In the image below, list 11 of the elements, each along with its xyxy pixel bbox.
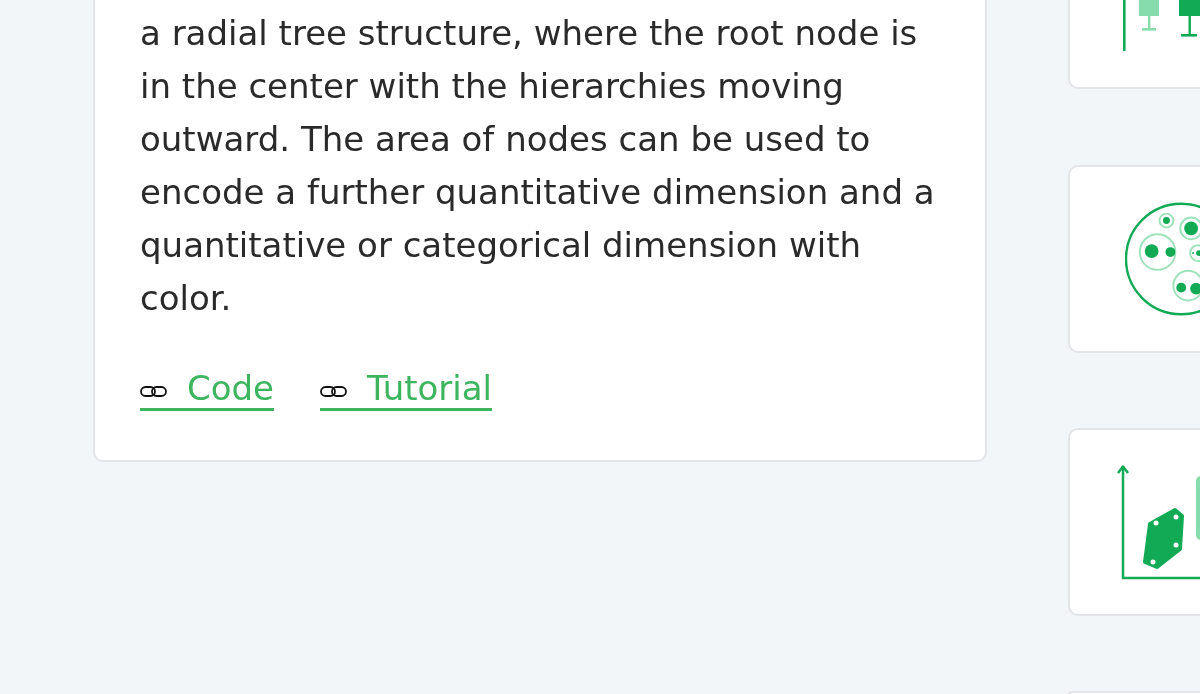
description-text: a radial tree structure, where the root node is in the center with the hierarchies moving outward. The area of nodes can be used to encode a further quantitative dimension and a quantitative or categorical dimension with color. xyxy=(140,12,936,320)
chart-type-card[interactable] xyxy=(1068,0,1200,89)
link-icon xyxy=(140,385,167,397)
link[interactable]: Tutorial xyxy=(320,368,493,411)
link[interactable]: Code xyxy=(140,368,275,411)
circle-packing-icon xyxy=(1125,200,1200,318)
chart-type-card[interactable] xyxy=(1068,428,1200,616)
scatter-plot-icon xyxy=(1117,463,1200,581)
link-icon xyxy=(320,385,348,397)
candlestick-chart-icon xyxy=(1122,0,1200,52)
chart-type-card[interactable] xyxy=(1068,165,1200,353)
